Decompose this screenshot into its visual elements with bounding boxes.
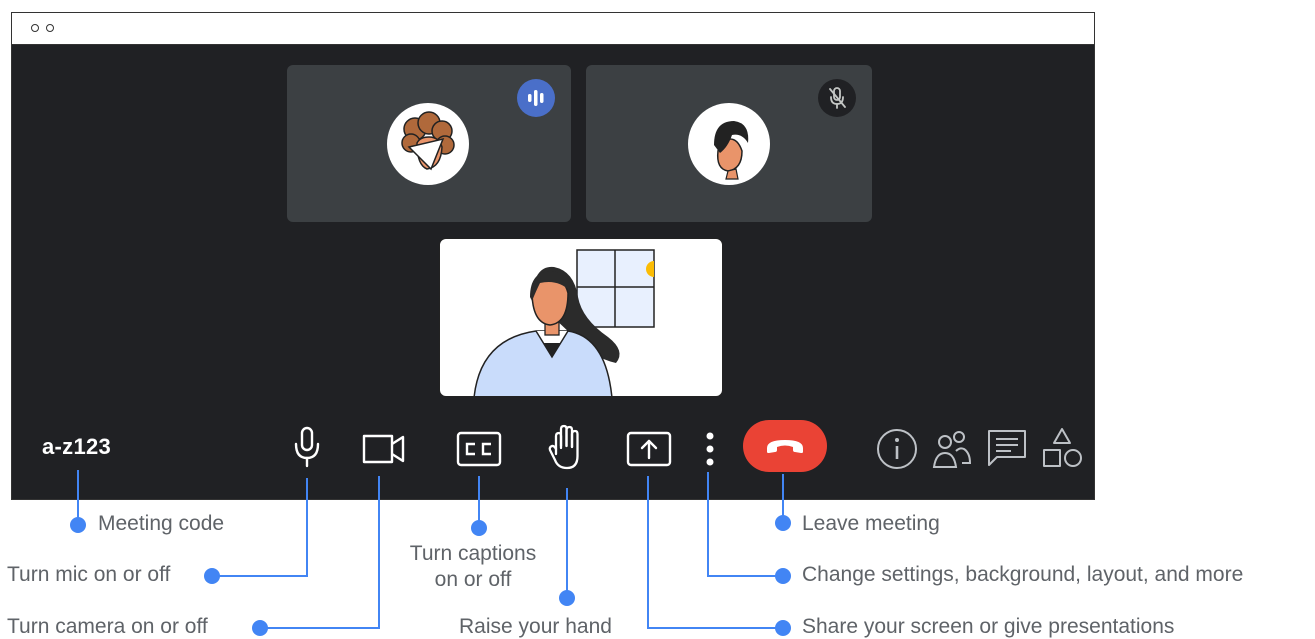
callout-dot-settings (775, 568, 791, 584)
callout-mic: Turn mic on or off (7, 563, 171, 586)
callout-dot-leave (775, 515, 791, 531)
callout-present: Share your screen or give presentations (802, 615, 1175, 638)
callout-captions-line1: Turn captions (409, 542, 537, 565)
callout-dot-raise-hand (559, 590, 575, 606)
callout-meeting-code: Meeting code (98, 512, 225, 535)
callout-lines (70, 470, 791, 636)
callout-leave: Leave meeting (802, 512, 940, 535)
callout-dot-mic (204, 568, 220, 584)
callout-dot-captions (471, 520, 487, 536)
callout-captions-line2: on or off (434, 568, 512, 591)
callout-settings: Change settings, background, layout, and… (802, 563, 1244, 586)
callout-dot-meeting-code (70, 517, 86, 533)
callout-dot-present (775, 620, 791, 636)
callout-dot-camera (252, 620, 268, 636)
callout-raise-hand: Raise your hand (459, 615, 612, 638)
callout-camera: Turn camera on or off (7, 615, 208, 638)
